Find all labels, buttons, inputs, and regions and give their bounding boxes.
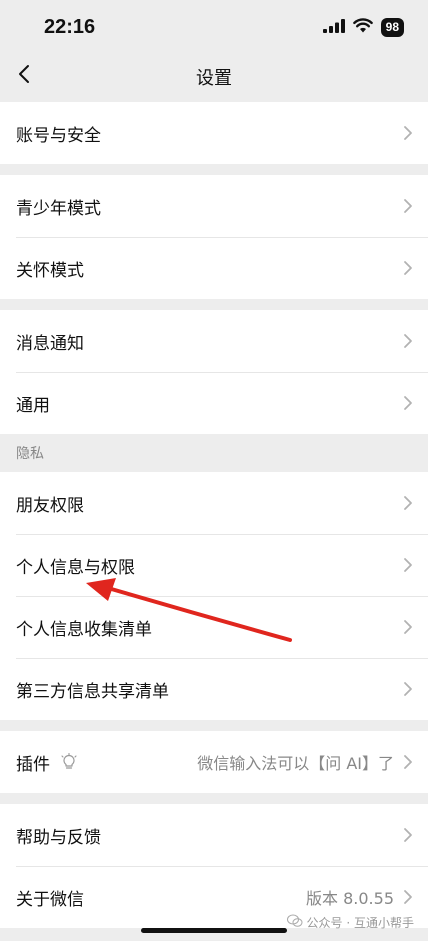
watermark-text: 公众号 · 互通小帮手 xyxy=(306,916,414,930)
chevron-right-icon xyxy=(402,198,414,214)
youth-mode-row[interactable]: 青少年模式 xyxy=(0,175,428,237)
status-bar: 22:16 98 xyxy=(0,0,428,52)
chevron-right-icon xyxy=(402,889,414,905)
row-label: 第三方信息共享清单 xyxy=(16,681,169,702)
row-label: 插件 xyxy=(16,754,50,775)
row-label: 账号与安全 xyxy=(16,125,101,146)
chevron-right-icon xyxy=(402,754,414,770)
row-label: 关于微信 xyxy=(16,889,84,910)
plugins-group: 插件 微信输入法可以【问 AI】了 xyxy=(0,731,428,793)
privacy-group: 朋友权限 个人信息与权限 个人信息收集清单 第三方信息共享清单 xyxy=(0,472,428,720)
lightbulb-icon xyxy=(60,753,78,771)
chevron-right-icon xyxy=(402,260,414,276)
group-gap xyxy=(0,720,428,731)
version-text: 版本 8.0.55 xyxy=(306,889,394,908)
plugins-promo-text: 微信输入法可以【问 AI】了 xyxy=(197,754,394,773)
plugins-row[interactable]: 插件 微信输入法可以【问 AI】了 xyxy=(0,731,428,793)
privacy-section-header: 隐私 xyxy=(0,434,428,472)
third-party-sharing-row[interactable]: 第三方信息共享清单 xyxy=(0,658,428,720)
personal-info-permissions-row[interactable]: 个人信息与权限 xyxy=(0,534,428,596)
notifications-row[interactable]: 消息通知 xyxy=(0,310,428,372)
chevron-right-icon xyxy=(402,495,414,511)
care-mode-row[interactable]: 关怀模式 xyxy=(0,237,428,299)
modes-group: 青少年模式 关怀模式 xyxy=(0,175,428,299)
row-label: 个人信息与权限 xyxy=(16,557,135,578)
settings-list: 账号与安全 青少年模式 关怀模式 消息通知 通用 隐私 朋友权限 个人信息与权限… xyxy=(0,102,428,928)
chevron-right-icon xyxy=(402,125,414,141)
row-label: 通用 xyxy=(16,395,50,416)
help-feedback-row[interactable]: 帮助与反馈 xyxy=(0,804,428,866)
chevron-right-icon xyxy=(402,395,414,411)
chevron-right-icon xyxy=(402,827,414,843)
group-gap xyxy=(0,793,428,804)
info-collection-list-row[interactable]: 个人信息收集清单 xyxy=(0,596,428,658)
chevron-right-icon xyxy=(402,557,414,573)
row-label: 帮助与反馈 xyxy=(16,827,101,848)
row-label: 个人信息收集清单 xyxy=(16,619,152,640)
row-label: 关怀模式 xyxy=(16,260,84,281)
row-label: 消息通知 xyxy=(16,333,84,354)
chevron-right-icon xyxy=(402,619,414,635)
battery-indicator: 98 xyxy=(380,17,404,37)
cellular-signal-icon xyxy=(322,18,345,37)
row-label: 朋友权限 xyxy=(16,495,84,516)
home-indicator xyxy=(141,928,287,933)
status-icons: 98 xyxy=(322,17,404,37)
general-row[interactable]: 通用 xyxy=(0,372,428,434)
account-security-row[interactable]: 账号与安全 xyxy=(0,102,428,164)
wechat-official-account-icon xyxy=(286,914,303,931)
chevron-right-icon xyxy=(402,681,414,697)
page-title: 设置 xyxy=(196,68,232,89)
account-group: 账号与安全 xyxy=(0,102,428,164)
watermark: 公众号 · 互通小帮手 xyxy=(286,914,414,931)
general-group: 消息通知 通用 xyxy=(0,310,428,434)
about-group: 帮助与反馈 关于微信 版本 8.0.55 xyxy=(0,804,428,928)
status-time: 22:16 xyxy=(44,16,96,38)
group-gap xyxy=(0,164,428,175)
friend-permissions-row[interactable]: 朋友权限 xyxy=(0,472,428,534)
nav-bar: 设置 xyxy=(0,52,428,100)
chevron-right-icon xyxy=(402,333,414,349)
row-label: 青少年模式 xyxy=(16,198,101,219)
wifi-icon xyxy=(352,17,373,37)
group-gap xyxy=(0,299,428,310)
